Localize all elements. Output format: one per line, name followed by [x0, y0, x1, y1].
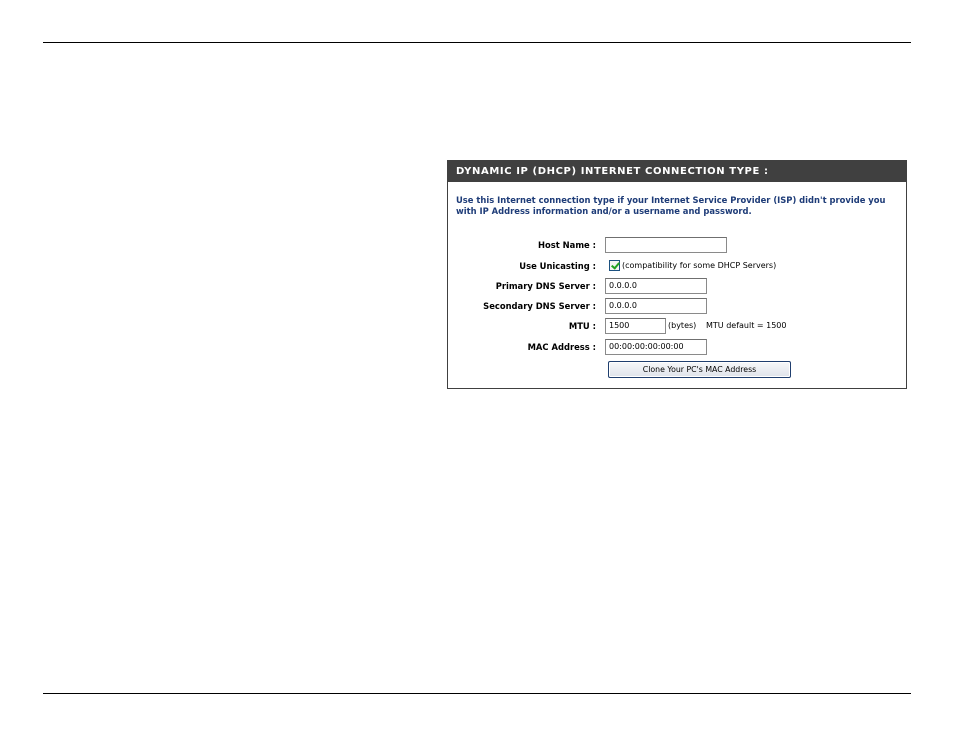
- use-unicasting-hint: (compatibility for some DHCP Servers): [622, 261, 777, 270]
- use-unicasting-row: Use Unicasting : (compatibility for some…: [448, 258, 906, 274]
- primary-dns-label: Primary DNS Server :: [495, 281, 596, 291]
- host-name-row: Host Name :: [448, 237, 906, 253]
- primary-dns-input[interactable]: 0.0.0.0: [605, 278, 707, 294]
- mtu-input[interactable]: 1500: [605, 318, 666, 334]
- panel-description: Use this Internet connection type if you…: [456, 195, 886, 216]
- secondary-dns-input[interactable]: 0.0.0.0: [605, 298, 707, 314]
- mtu-unit: (bytes): [668, 321, 697, 330]
- use-unicasting-label: Use Unicasting :: [519, 261, 596, 271]
- page-top-rule: [43, 42, 911, 43]
- mtu-row: MTU : 1500 (bytes) MTU default = 1500: [448, 318, 906, 334]
- secondary-dns-row: Secondary DNS Server : 0.0.0.0: [448, 298, 906, 314]
- mac-address-row: MAC Address : 00:00:00:00:00:00: [448, 339, 906, 355]
- mtu-label: MTU :: [568, 321, 596, 331]
- panel-title: DYNAMIC IP (DHCP) INTERNET CONNECTION TY…: [448, 161, 906, 182]
- mac-address-label: MAC Address :: [527, 342, 596, 352]
- mtu-default-note: MTU default = 1500: [706, 321, 787, 330]
- secondary-dns-label: Secondary DNS Server :: [483, 301, 596, 311]
- checkmark-icon: [611, 260, 620, 270]
- host-name-input[interactable]: [605, 237, 727, 253]
- clone-mac-button[interactable]: Clone Your PC's MAC Address: [608, 361, 791, 378]
- primary-dns-row: Primary DNS Server : 0.0.0.0: [448, 278, 906, 294]
- page-bottom-rule: [43, 693, 911, 694]
- use-unicasting-checkbox[interactable]: [609, 260, 620, 271]
- host-name-label: Host Name :: [538, 240, 596, 250]
- mac-address-input[interactable]: 00:00:00:00:00:00: [605, 339, 707, 355]
- dhcp-connection-panel: DYNAMIC IP (DHCP) INTERNET CONNECTION TY…: [447, 160, 907, 389]
